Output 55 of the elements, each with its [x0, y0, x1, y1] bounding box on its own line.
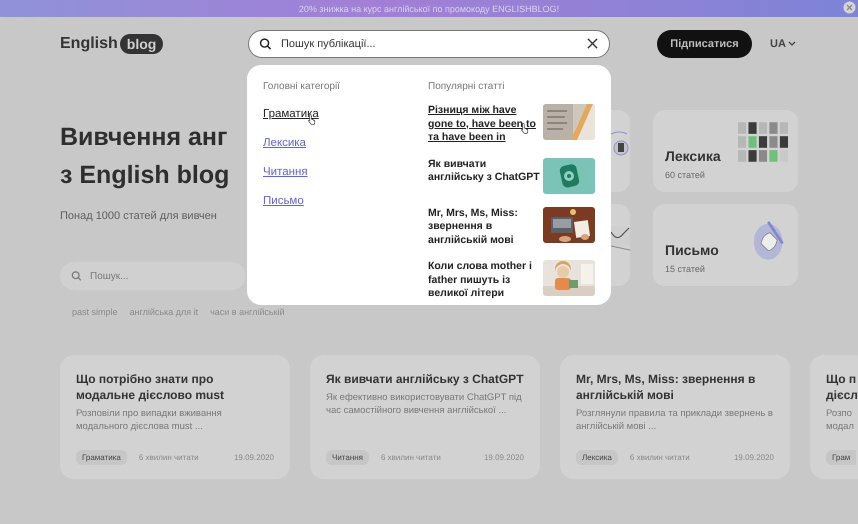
category-link[interactable]: Граматика: [263, 108, 319, 120]
article-date: 19.09.2020: [484, 453, 524, 462]
hero-subtitle: Понад 1000 статей для вивчен: [60, 210, 218, 222]
logo-badge[interactable]: blog: [120, 34, 164, 54]
read-time: 6 хвилин читати: [381, 453, 441, 462]
article-excerpt-line: Розпо: [826, 407, 853, 420]
article-title: Що потрібно знати про модальне дієслово must: [76, 371, 226, 403]
article-title-line: Що п: [826, 371, 858, 387]
search-icon: [71, 270, 82, 282]
category-tag: Читання: [326, 450, 369, 465]
category-title: Лексика: [665, 148, 722, 164]
category-link[interactable]: Письмо: [263, 195, 304, 207]
search-field[interactable]: Пошук публікації...: [248, 30, 610, 58]
category-link[interactable]: Читання: [263, 166, 308, 178]
search-field[interactable]: Пошук...: [60, 262, 246, 290]
article-title: Mr, Mrs, Ms, Miss: звернення в англійській мові: [576, 371, 756, 403]
promo-text: 20% знижка на курс англійської по промокоду ENGLISHBLOG!: [298, 4, 560, 14]
category-tag: Лексика: [576, 450, 618, 465]
article-link[interactable]: Різниця між have gone to, have been to та have been in: [428, 104, 540, 144]
hero-title-line: Вивчення анг: [60, 122, 228, 153]
article-excerpt: Як ефективно використовувати ChatGPT під час самостійного вивчення англійської ...: [326, 391, 523, 417]
category-tag: Грам: [826, 450, 856, 465]
read-time: 6 хвилин читати: [630, 453, 690, 462]
category-card[interactable]: Лексика 60 статей: [653, 110, 798, 192]
article-link[interactable]: Як вивчати англійську з ChatGPT: [428, 158, 540, 184]
article-excerpt-line: модал: [826, 420, 855, 433]
article-link[interactable]: Коли слова mother і father пишуть із великої літери: [428, 260, 540, 300]
article-link[interactable]: Mr, Mrs, Ms, Miss: звернення в англійській мові: [428, 206, 540, 247]
article-date: 19.09.2020: [734, 453, 774, 462]
logo-text[interactable]: English: [60, 34, 118, 52]
letter-tiles-drawing: [738, 122, 788, 162]
category-tag: Граматика: [76, 450, 127, 465]
article-excerpt: Розглянули правила та приклади звернень в англійській мові ...: [576, 407, 774, 433]
category-link[interactable]: Лексика: [263, 137, 306, 149]
hero-title-line: з English blog: [60, 160, 230, 191]
chevron-down-icon[interactable]: [788, 41, 796, 46]
article-excerpt: Розповіли про випадки вживання модального дієслова must ...: [76, 407, 223, 433]
article-date: 19.09.2020: [234, 453, 274, 462]
article-card[interactable]: Що п дієсл Розпо модал Грам: [810, 355, 858, 479]
section-heading: Головні категорії: [263, 81, 341, 92]
article-title-line: дієсл: [826, 387, 858, 403]
article-card[interactable]: Як вивчати англійську з ChatGPT Як ефективно використовувати ChatGPT під час самостійного вивчення англійської ... Читання 6 хвилин читати 19.09.2020: [310, 355, 540, 479]
section-heading: Популярні статті: [428, 81, 506, 92]
language-selector[interactable]: UA: [770, 38, 786, 50]
category-card[interactable]: Письмо 15 статей: [653, 204, 798, 286]
article-card[interactable]: Mr, Mrs, Ms, Miss: звернення в англійській мові Розглянули правила та приклади звернень в англійській мові ... Лексика 6 хвилин читати 19.09.2020: [560, 355, 790, 479]
close-icon[interactable]: [587, 38, 598, 48]
subscribe-button[interactable]: Підписатися: [657, 30, 752, 58]
category-title: Письмо: [665, 242, 720, 258]
article-count: 15 статей: [665, 264, 706, 274]
article-card[interactable]: Що потрібно знати про модальне дієслово must Розповіли про випадки вживання модального дієслова must ... Граматика 6 хвилин читати 19.09.2020: [60, 355, 290, 479]
search-icon: [259, 37, 272, 50]
read-time: 6 хвилин читати: [138, 453, 199, 462]
article-title: Як вивчати англійську з ChatGPT: [326, 371, 524, 387]
article-count: 60 статей: [665, 170, 706, 180]
